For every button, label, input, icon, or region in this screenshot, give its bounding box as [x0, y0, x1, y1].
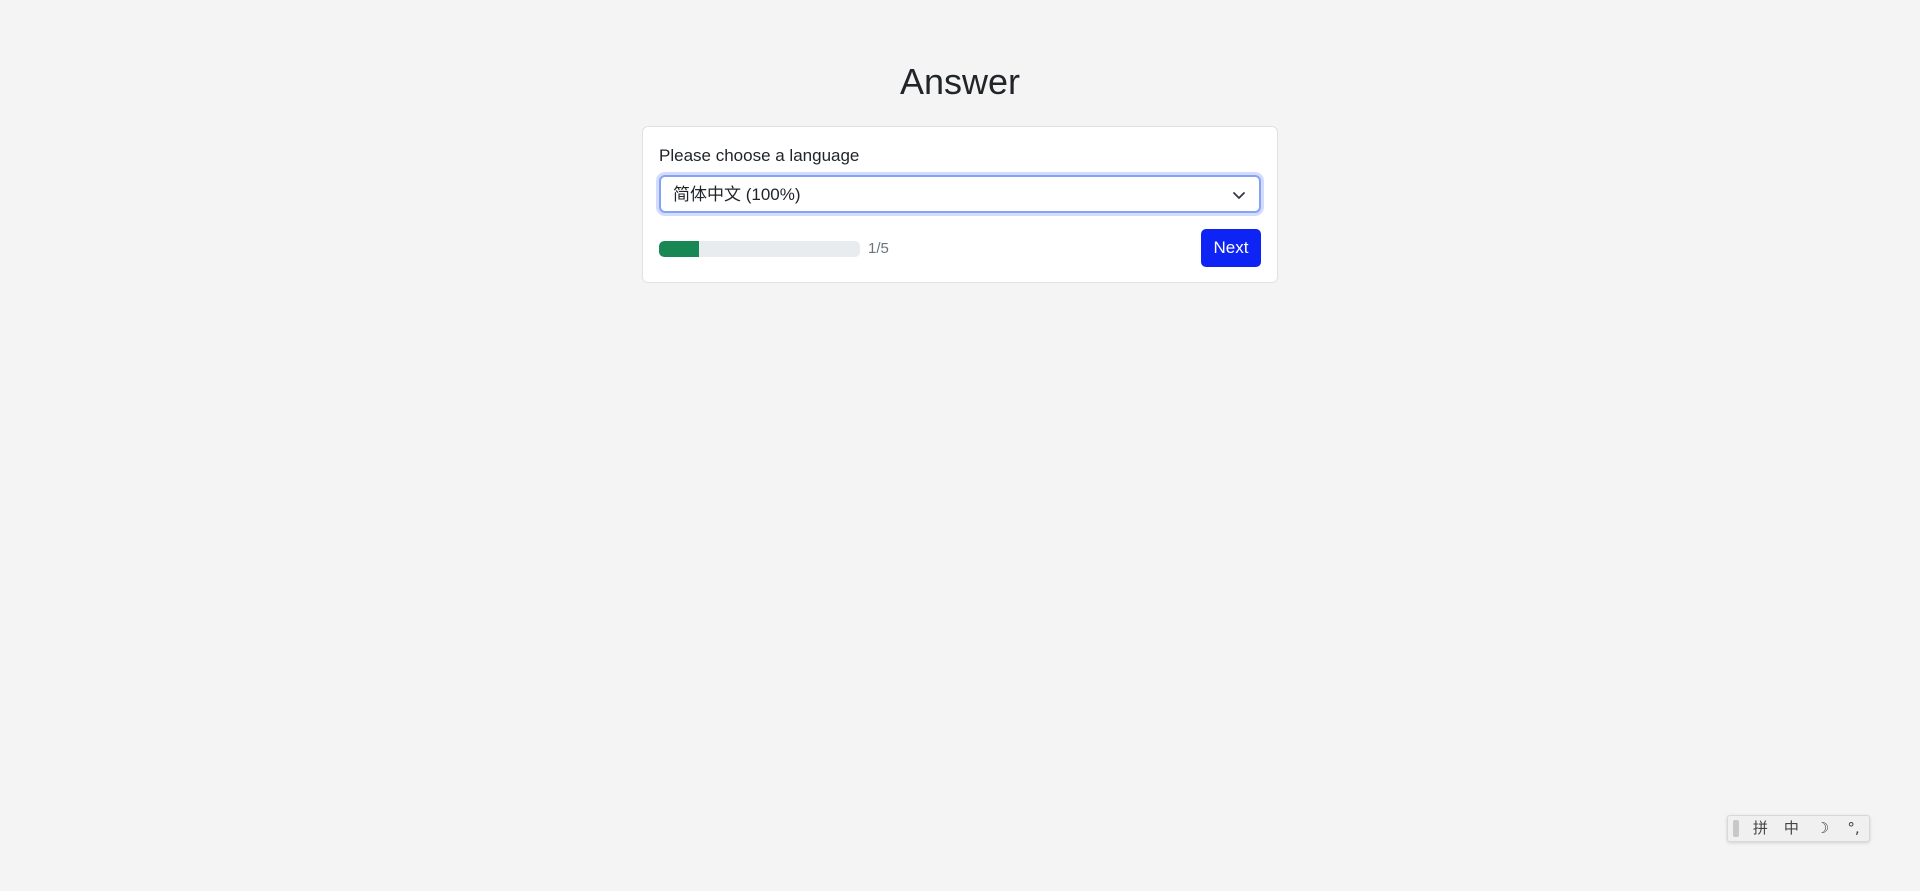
ime-punctuation-button[interactable]: °,: [1838, 816, 1869, 841]
ime-toolbar: 拼 中 ☽ °,: [1727, 815, 1870, 842]
progress-fill: [659, 241, 700, 257]
ime-moon-icon[interactable]: ☽: [1807, 816, 1838, 841]
progress-bar: [659, 241, 860, 257]
language-label: Please choose a language: [659, 146, 860, 165]
next-button[interactable]: Next: [1201, 229, 1261, 267]
language-card: Please choose a language 简体中文 (100%) 1/5…: [642, 126, 1278, 283]
progress-count: 1/5: [868, 240, 889, 257]
language-select-value: 简体中文 (100%): [673, 185, 801, 204]
ime-chinese-mode-button[interactable]: 中: [1776, 816, 1807, 841]
ime-pinyin-button[interactable]: 拼: [1745, 816, 1776, 841]
chevron-down-icon: [1233, 192, 1245, 199]
ime-drag-handle[interactable]: [1733, 820, 1739, 837]
language-select[interactable]: 简体中文 (100%): [659, 175, 1261, 213]
page-title: Answer: [899, 61, 1021, 102]
